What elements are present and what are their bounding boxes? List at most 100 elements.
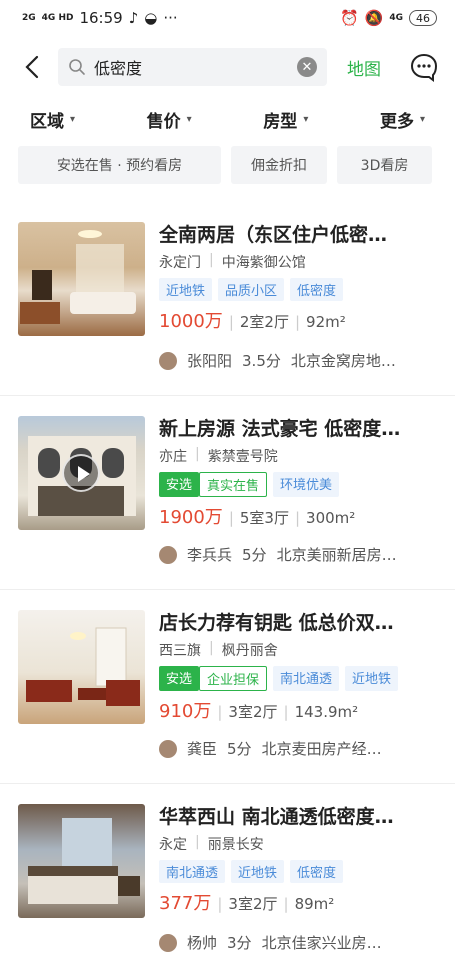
chip-anxuan-viewing[interactable]: 安选在售 · 预约看房 <box>18 146 221 184</box>
listing-title: 全南两居（东区住户低密… <box>159 224 388 246</box>
listing-price: 910万 <box>159 701 212 722</box>
agency-name: 北京佳家兴业房地… <box>261 934 392 952</box>
listing-card[interactable]: 华萃西山 南北通透低密度… 永定 | 丽景长安 南北通透 近地铁 低密度 377… <box>0 784 455 960</box>
chevron-down-icon: ▾ <box>186 113 192 125</box>
signal-2g: 2G <box>22 12 36 23</box>
agent-name: 龚臣 <box>187 740 218 758</box>
agent-name: 李兵兵 <box>187 546 233 564</box>
qq-icon: ◒ <box>144 9 158 27</box>
listing-list: 全南两居（东区住户低密… 永定门 | 中海紫御公馆 近地铁 品质小区 低密度 1… <box>0 202 455 960</box>
listing-title: 华萃西山 南北通透低密度… <box>159 806 394 828</box>
listing-size: 89m² <box>294 895 335 913</box>
agent-avatar <box>159 545 177 564</box>
listing-photo <box>18 610 145 724</box>
listing-size: 300m² <box>306 509 356 527</box>
status-time: 16:59 <box>79 9 123 27</box>
agent-score: 5分 <box>227 740 252 758</box>
living-room-image <box>26 627 140 706</box>
listing-size: 143.9m² <box>294 703 359 721</box>
more-notifications: ··· <box>163 9 178 27</box>
living-room-image <box>20 230 136 324</box>
agent-score: 5分 <box>242 546 267 564</box>
bedroom-image <box>28 818 140 904</box>
filter-region[interactable]: 区域 ▾ <box>30 107 75 132</box>
agent-score: 3.5分 <box>242 352 281 370</box>
status-bar: 2G 4G HD 16:59 ♪ ◒ ··· ⏰ 🔕 4G 46 <box>0 0 455 36</box>
search-icon <box>69 59 85 75</box>
search-input[interactable]: 低密度 <box>94 55 289 79</box>
listing-price: 1000万 <box>159 311 223 332</box>
listing-card[interactable]: 全南两居（东区住户低密… 永定门 | 中海紫御公馆 近地铁 品质小区 低密度 1… <box>0 202 455 396</box>
listing-layout: 2室2厅 <box>239 313 289 331</box>
quick-filter-chips: 安选在售 · 预约看房 佣金折扣 3D看房 <box>0 140 455 184</box>
chevron-left-icon <box>25 55 39 79</box>
agency-name: 北京麦田房产经纪… <box>261 740 392 758</box>
anxuan-badge: 安选 <box>159 472 200 497</box>
play-video-icon[interactable] <box>62 454 100 492</box>
listing-photo <box>18 222 145 336</box>
clear-search-button[interactable]: ✕ <box>297 57 317 77</box>
agent-score: 3分 <box>227 934 252 952</box>
listing-title: 店长力荐有钥匙 低总价双… <box>159 612 394 634</box>
listing-photo <box>18 416 145 530</box>
agent-name: 张阳阳 <box>187 352 233 370</box>
listing-tag: 近地铁 <box>159 278 213 301</box>
verified-tag: 真实在售 <box>199 472 268 497</box>
listing-title: 新上房源 法式豪宅 低密度… <box>159 418 401 440</box>
listing-price: 1900万 <box>159 507 223 528</box>
listing-photo <box>18 804 145 918</box>
filter-label: 更多 <box>379 111 414 132</box>
listing-area: 亦庄 <box>159 449 187 465</box>
listing-tag: 低密度 <box>290 860 344 883</box>
signal-4g-hd: 4G HD <box>41 12 74 23</box>
listing-tag: 近地铁 <box>231 860 285 883</box>
battery-icon: 46 <box>409 10 437 26</box>
listing-area: 西三旗 <box>159 643 201 659</box>
alarm-icon: ⏰ <box>339 9 359 27</box>
listing-community: 枫丹丽舍 <box>221 643 278 659</box>
agent-row[interactable]: 李兵兵 5分 北京美丽新居房… <box>159 544 437 565</box>
filter-label: 售价 <box>146 111 181 132</box>
listing-price: 377万 <box>159 893 212 914</box>
chip-commission-discount[interactable]: 佣金折扣 <box>231 146 327 184</box>
agent-avatar <box>159 351 177 370</box>
filter-price[interactable]: 售价 ▾ <box>147 107 192 132</box>
agent-avatar <box>159 933 177 952</box>
message-icon[interactable] <box>409 52 439 82</box>
listing-tag: 南北通透 <box>159 860 226 883</box>
chip-3d-tour[interactable]: 3D看房 <box>337 146 432 184</box>
map-link[interactable]: 地图 <box>347 55 381 80</box>
chevron-down-icon: ▾ <box>303 113 309 125</box>
agency-name: 北京美丽新居房… <box>276 546 397 564</box>
battery-level: 46 <box>416 11 430 25</box>
listing-community: 中海紫御公馆 <box>221 255 306 271</box>
listing-layout: 3室2厅 <box>228 703 278 721</box>
listing-layout: 3室2厅 <box>228 895 278 913</box>
filter-bar: 区域 ▾ 售价 ▾ 房型 ▾ 更多 ▾ <box>0 98 455 140</box>
search-header: 低密度 ✕ 地图 <box>0 36 455 98</box>
listing-layout: 5室3厅 <box>239 509 289 527</box>
listing-tag: 南北通透 <box>273 666 340 691</box>
listing-community: 丽景长安 <box>207 837 264 853</box>
back-button[interactable] <box>16 51 48 83</box>
filter-layout[interactable]: 房型 ▾ <box>263 107 308 132</box>
listing-tag: 品质小区 <box>218 278 285 301</box>
mute-icon: 🔕 <box>364 9 384 27</box>
agent-row[interactable]: 杨帅 3分 北京佳家兴业房地… <box>159 932 437 953</box>
lte-icon: 4G <box>389 12 403 23</box>
listing-community: 紫禁壹号院 <box>207 449 278 465</box>
listing-card[interactable]: 新上房源 法式豪宅 低密度… 亦庄 | 紫禁壹号院 安选 真实在售 环境优美 1… <box>0 396 455 590</box>
filter-more[interactable]: 更多 ▾ <box>380 107 425 132</box>
agent-row[interactable]: 张阳阳 3.5分 北京金窝房地… <box>159 350 437 371</box>
listing-tag: 低密度 <box>290 278 344 301</box>
agent-avatar <box>159 739 177 758</box>
agent-row[interactable]: 龚臣 5分 北京麦田房产经纪… <box>159 738 437 759</box>
agency-name: 北京金窝房地… <box>290 352 396 370</box>
listing-card[interactable]: 店长力荐有钥匙 低总价双… 西三旗 | 枫丹丽舍 安选 企业担保 南北通透 近地… <box>0 590 455 784</box>
search-box[interactable]: 低密度 ✕ <box>58 48 327 86</box>
listing-area: 永定门 <box>159 255 201 271</box>
listing-area: 永定 <box>159 837 187 853</box>
chevron-down-icon: ▾ <box>70 113 76 125</box>
listing-size: 92m² <box>306 313 346 331</box>
chevron-down-icon: ▾ <box>419 113 425 125</box>
